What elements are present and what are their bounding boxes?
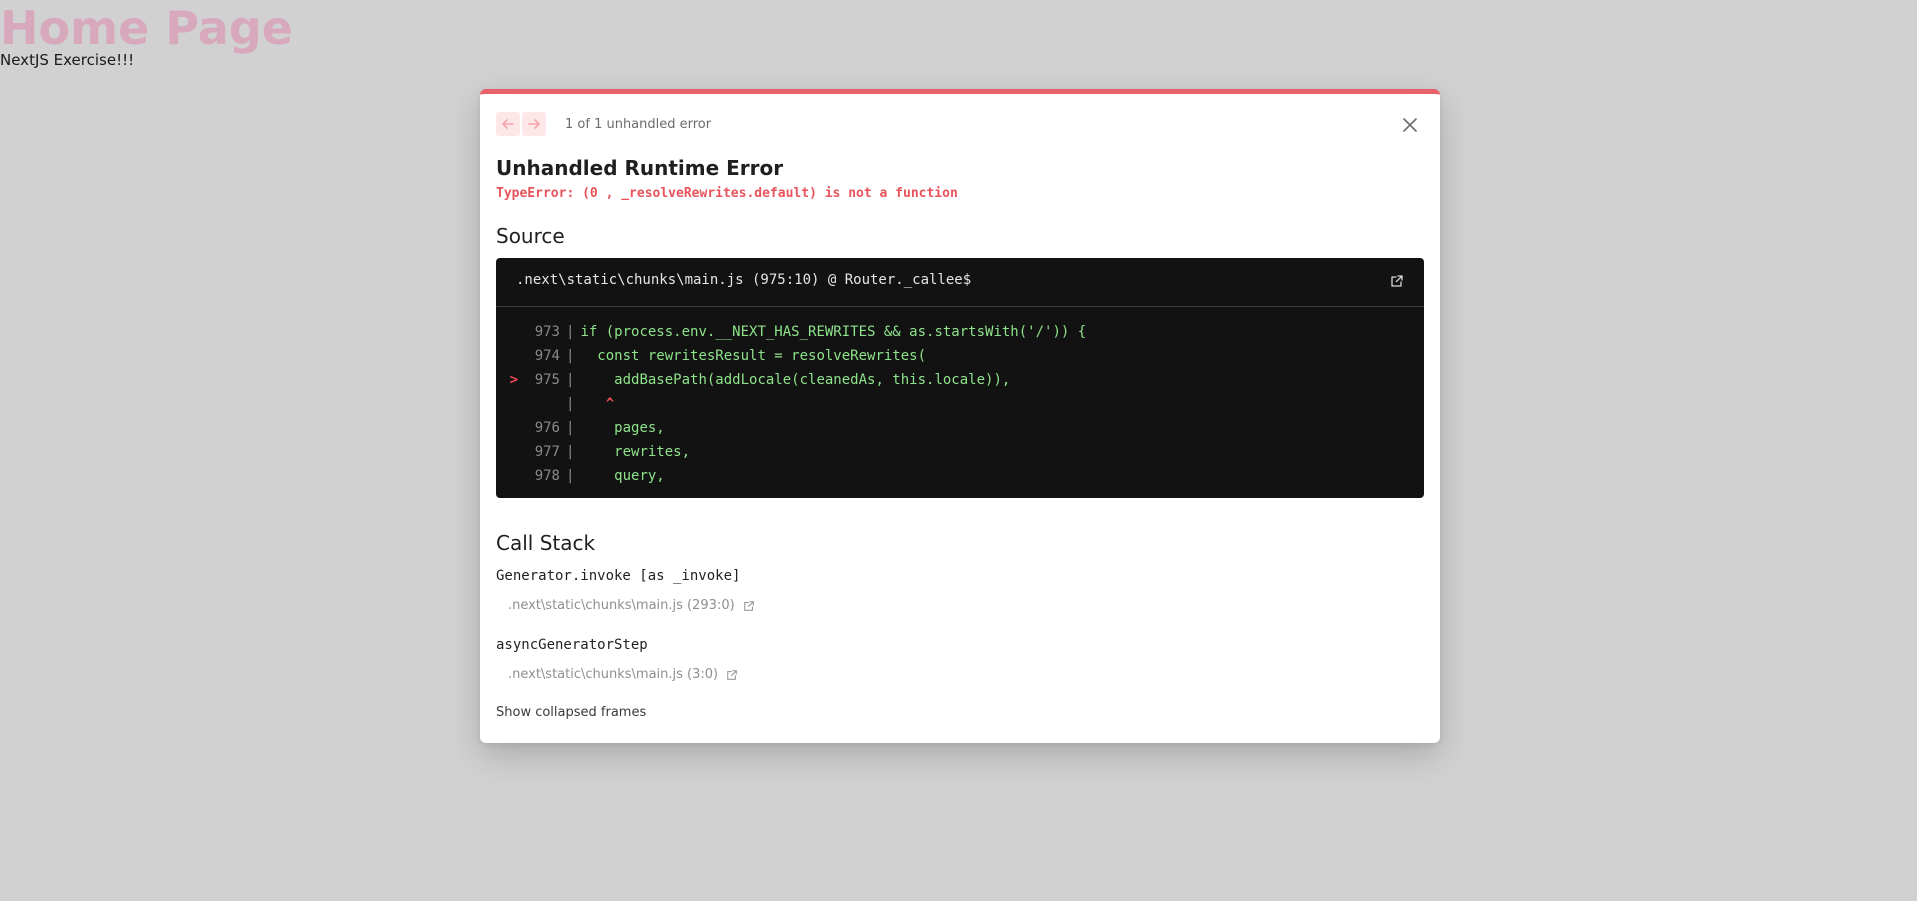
line-gutter: | [566, 420, 575, 436]
line-number: 977 [534, 444, 560, 460]
previous-error-button[interactable] [496, 112, 520, 136]
call-stack-heading: Call Stack [496, 531, 596, 555]
line-number: 973 [534, 324, 560, 340]
close-icon [1403, 118, 1417, 132]
stack-frame-function: Generator.invoke [as _invoke] [496, 568, 741, 584]
line-number: 974 [534, 348, 560, 364]
line-code: rewrites, [580, 444, 691, 460]
line-code: query, [580, 468, 665, 484]
code-frame: .next\static\chunks\main.js (975:10) @ R… [496, 258, 1424, 498]
code-line-highlighted: > 975 | addBasePath(addLocale(cleanedAs,… [496, 368, 1424, 392]
error-line-marker: > [509, 372, 518, 388]
source-heading: Source [496, 224, 565, 248]
line-gutter: | [566, 468, 575, 484]
error-title: Unhandled Runtime Error [496, 156, 784, 180]
line-code: if (process.env.__NEXT_HAS_REWRITES && a… [580, 324, 1087, 340]
code-line-caret: | ^ [496, 392, 1424, 416]
page-subtitle: NextJS Exercise!!! [0, 51, 135, 69]
error-pagination [496, 112, 546, 136]
code-line: 976 | pages, [496, 416, 1424, 440]
close-button[interactable] [1400, 115, 1420, 135]
code-frame-header: .next\static\chunks\main.js (975:10) @ R… [496, 258, 1424, 307]
line-code: pages, [580, 420, 665, 436]
stack-frame-location: .next\static\chunks\main.js (293:0) [508, 598, 735, 613]
arrow-right-icon [528, 119, 540, 129]
line-gutter: | [566, 372, 575, 388]
error-overlay-dialog: 1 of 1 unhandled error Unhandled Runtime… [480, 89, 1440, 743]
code-line: 973 | if (process.env.__NEXT_HAS_REWRITE… [496, 320, 1424, 344]
line-code: const rewritesResult = resolveRewrites( [580, 348, 927, 364]
error-message: TypeError: (0 , _resolveRewrites.default… [496, 186, 958, 201]
code-lines: 973 | if (process.env.__NEXT_HAS_REWRITE… [496, 320, 1424, 488]
open-in-editor-button[interactable] [1390, 273, 1404, 292]
stack-frame-location-link[interactable]: .next\static\chunks\main.js (293:0) [508, 598, 755, 613]
external-link-icon [743, 600, 754, 611]
line-gutter: | [566, 324, 575, 340]
error-caret: ^ [580, 396, 615, 412]
stack-frame-location: .next\static\chunks\main.js (3:0) [508, 667, 719, 682]
line-number: 978 [534, 468, 560, 484]
external-link-icon [1391, 275, 1403, 287]
line-number: 976 [534, 420, 560, 436]
error-count: 1 of 1 unhandled error [565, 117, 712, 132]
source-file-location: .next\static\chunks\main.js (975:10) @ R… [516, 272, 972, 288]
code-line: 978 | query, [496, 464, 1424, 488]
line-gutter: | [566, 348, 575, 364]
arrow-left-icon [502, 119, 514, 129]
next-error-button[interactable] [522, 112, 546, 136]
stack-frame-function: asyncGeneratorStep [496, 637, 648, 653]
code-line: 974 | const rewritesResult = resolveRewr… [496, 344, 1424, 368]
stack-frame-location-link[interactable]: .next\static\chunks\main.js (3:0) [508, 667, 738, 682]
line-number: 975 [534, 372, 560, 388]
line-gutter: | [566, 396, 575, 412]
code-line: 977 | rewrites, [496, 440, 1424, 464]
line-code: addBasePath(addLocale(cleanedAs, this.lo… [580, 372, 1011, 388]
line-gutter: | [566, 444, 575, 460]
external-link-icon [727, 669, 737, 680]
show-collapsed-frames-button[interactable]: Show collapsed frames [496, 705, 646, 720]
page-heading: Home Page [0, 1, 293, 55]
